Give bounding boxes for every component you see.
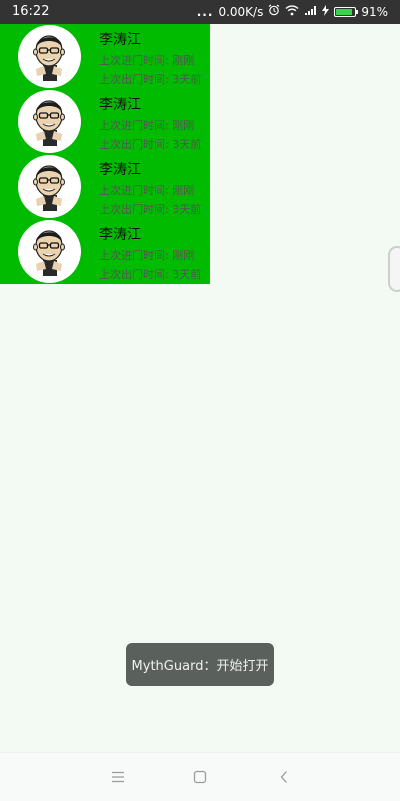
network-speed: 0.00K/s	[218, 4, 264, 19]
avatar	[18, 220, 81, 283]
menu-icon	[112, 771, 124, 783]
avatar	[18, 90, 81, 153]
last-enter-time: 上次进门时间: 刚刚	[99, 249, 195, 262]
edge-drawer-handle[interactable]	[388, 246, 400, 292]
cartoon-man-icon	[33, 35, 65, 81]
status-icons: ... 0.00K/s 91%	[197, 4, 388, 19]
list-item[interactable]: 李涛江 上次进门时间: 刚刚 上次出门时间: 3天前	[0, 219, 210, 284]
list-item[interactable]: 李涛江 上次进门时间: 刚刚 上次出门时间: 3天前	[0, 154, 210, 219]
status-time: 16:22	[12, 4, 50, 19]
status-bar: 16:22 ... 0.00K/s 91%	[0, 0, 400, 24]
back-button[interactable]	[274, 767, 294, 787]
list-item[interactable]: 李涛江 上次进门时间: 刚刚 上次出门时间: 3天前	[0, 89, 210, 154]
cartoon-man-icon	[33, 165, 65, 211]
last-enter-time: 上次进门时间: 刚刚	[99, 119, 195, 132]
home-icon	[193, 770, 207, 784]
last-enter-time: 上次进门时间: 刚刚	[99, 54, 195, 67]
notification-dots: ...	[196, 4, 214, 19]
contact-list: 李涛江 上次进门时间: 刚刚 上次出门时间: 3天前 李涛江 上次进门时间: 刚…	[0, 24, 210, 284]
battery-percent: 91%	[361, 4, 388, 19]
avatar	[18, 155, 81, 218]
contact-name: 李涛江	[99, 32, 141, 48]
alarm-icon	[268, 4, 280, 19]
toast-message: MythGuard：开始打开	[126, 643, 274, 686]
navigation-bar	[0, 752, 400, 801]
contact-name: 李涛江	[99, 227, 141, 243]
battery-level-fill	[336, 8, 353, 15]
last-exit-time: 上次出门时间: 3天前	[99, 268, 202, 281]
last-enter-time: 上次进门时间: 刚刚	[99, 184, 195, 197]
battery-icon	[334, 6, 359, 17]
cartoon-man-icon	[33, 230, 65, 276]
contact-name: 李涛江	[99, 97, 141, 113]
home-button[interactable]	[190, 767, 210, 787]
contact-name: 李涛江	[99, 162, 141, 178]
signal-icon	[304, 5, 317, 19]
wifi-icon	[285, 4, 299, 19]
list-item[interactable]: 李涛江 上次进门时间: 刚刚 上次出门时间: 3天前	[0, 24, 210, 89]
last-exit-time: 上次出门时间: 3天前	[99, 203, 202, 216]
last-exit-time: 上次出门时间: 3天前	[99, 138, 202, 151]
charging-icon	[322, 4, 330, 19]
menu-button[interactable]	[108, 767, 128, 787]
cartoon-man-icon	[33, 100, 65, 146]
avatar	[18, 25, 81, 88]
back-icon	[280, 771, 287, 783]
last-exit-time: 上次出门时间: 3天前	[99, 73, 202, 86]
